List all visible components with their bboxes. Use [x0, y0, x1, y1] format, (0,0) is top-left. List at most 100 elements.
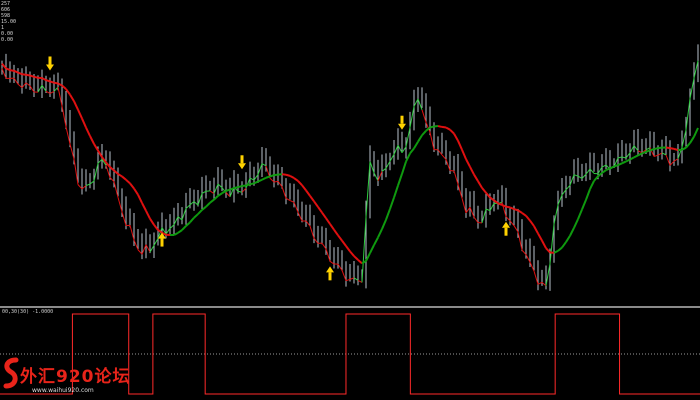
moving-average-segment [561, 241, 567, 249]
moving-average-segment [109, 166, 115, 172]
moving-average-segment [429, 125, 435, 129]
moving-average-segment [313, 200, 319, 208]
moving-average-segment [601, 169, 607, 174]
fast-line-segment [621, 156, 627, 159]
fast-line-segment [97, 158, 103, 164]
fast-line-segment [465, 207, 471, 214]
moving-average-segment [233, 186, 239, 190]
fast-line-segment [1, 68, 7, 79]
indicator-label: 00,30(30) -1.0000 [2, 309, 54, 315]
price-chart-pane[interactable]: 257 606 598 15.00 1 0.00 0.00 [0, 0, 700, 306]
fast-line-segment [173, 216, 179, 226]
moving-average-segment [629, 156, 635, 161]
moving-average-segment [81, 118, 87, 128]
moving-average-segment [397, 173, 403, 186]
moving-average-segment [525, 215, 531, 222]
fast-line-segment [661, 152, 667, 156]
moving-average-segment [537, 232, 543, 242]
moving-average-segment [533, 225, 539, 234]
moving-average-segment [5, 67, 11, 72]
fast-line-segment [685, 98, 691, 130]
moving-average-segment [553, 249, 559, 254]
arrow-up-icon [326, 266, 334, 281]
fast-line-segment [397, 145, 403, 153]
moving-average-segment [501, 204, 507, 208]
fast-line-segment [249, 177, 255, 181]
fast-line-segment [145, 244, 151, 253]
fast-line-segment [37, 84, 43, 93]
fast-line-segment [329, 260, 335, 265]
moving-average-segment [89, 135, 95, 145]
fast-line-segment [357, 279, 363, 283]
fast-line-segment [197, 193, 203, 206]
fast-line-segment [581, 173, 587, 179]
moving-average-segment [685, 142, 691, 149]
fast-line-segment [545, 263, 551, 286]
price-chart [1, 44, 699, 291]
fast-line-segment [353, 277, 359, 281]
moving-average-segment [53, 81, 59, 85]
moving-average-segment [221, 189, 227, 195]
arrow-down-icon [238, 155, 246, 170]
fast-line-segment [573, 174, 579, 177]
fast-line-segment [177, 216, 183, 221]
moving-average-segment [345, 245, 351, 252]
moving-average-segment [305, 189, 311, 197]
fast-line-segment [437, 149, 443, 156]
fast-line-segment [273, 180, 279, 183]
fast-line-segment [45, 90, 51, 94]
moving-average-segment [673, 147, 679, 152]
moving-average-segment [401, 161, 407, 175]
moving-average-segment [469, 166, 475, 176]
fast-line-segment [673, 158, 679, 162]
moving-average-segment [289, 174, 295, 179]
moving-average-segment [509, 206, 515, 210]
fast-line-segment [325, 248, 331, 262]
fast-line-segment [13, 77, 19, 85]
moving-average-segment [61, 84, 67, 90]
fast-line-segment [61, 105, 67, 127]
fast-line-segment [209, 190, 215, 195]
fast-line-segment [73, 158, 79, 185]
moving-average-segment [373, 237, 379, 246]
moving-average-segment [49, 80, 55, 84]
moving-average-segment [441, 125, 447, 129]
moving-average-segment [593, 175, 599, 182]
moving-average-segment [505, 205, 511, 209]
moving-average-segment [609, 165, 615, 170]
moving-average-segment [213, 195, 219, 201]
moving-average-segment [293, 177, 299, 182]
fast-line-segment [313, 238, 319, 244]
moving-average-segment [565, 235, 571, 243]
moving-average-segment [33, 75, 39, 79]
fast-line-segment [169, 224, 175, 229]
fast-line-segment [585, 168, 591, 175]
moving-average-segment [457, 140, 463, 151]
fast-line-segment [345, 278, 351, 282]
moving-average-segment [261, 176, 267, 181]
fast-line-segment [489, 203, 495, 211]
fast-line-segment [625, 152, 631, 159]
moving-average-segment [117, 173, 123, 178]
moving-average-segment [621, 160, 627, 165]
fast-line-segment [17, 83, 23, 89]
fast-line-segment [665, 154, 671, 166]
fast-line-segment [657, 152, 663, 156]
moving-average-segment [377, 228, 383, 238]
fast-line-segment [49, 91, 55, 94]
fast-line-segment [689, 78, 695, 99]
moving-average-segment [173, 231, 179, 236]
moving-average-segment [333, 229, 339, 236]
moving-average-segment [225, 188, 231, 192]
moving-average-segment [681, 146, 687, 151]
fast-line-segment [321, 242, 327, 250]
fast-line-segment [305, 220, 311, 227]
moving-average-segment [85, 127, 91, 137]
moving-average-segment [281, 173, 287, 176]
fast-line-segment [217, 183, 223, 189]
fast-line-segment [521, 249, 527, 255]
moving-average-segment [417, 134, 423, 143]
moving-average-segment [369, 244, 375, 254]
moving-average-segment [9, 69, 15, 72]
moving-average-segment [73, 100, 79, 111]
